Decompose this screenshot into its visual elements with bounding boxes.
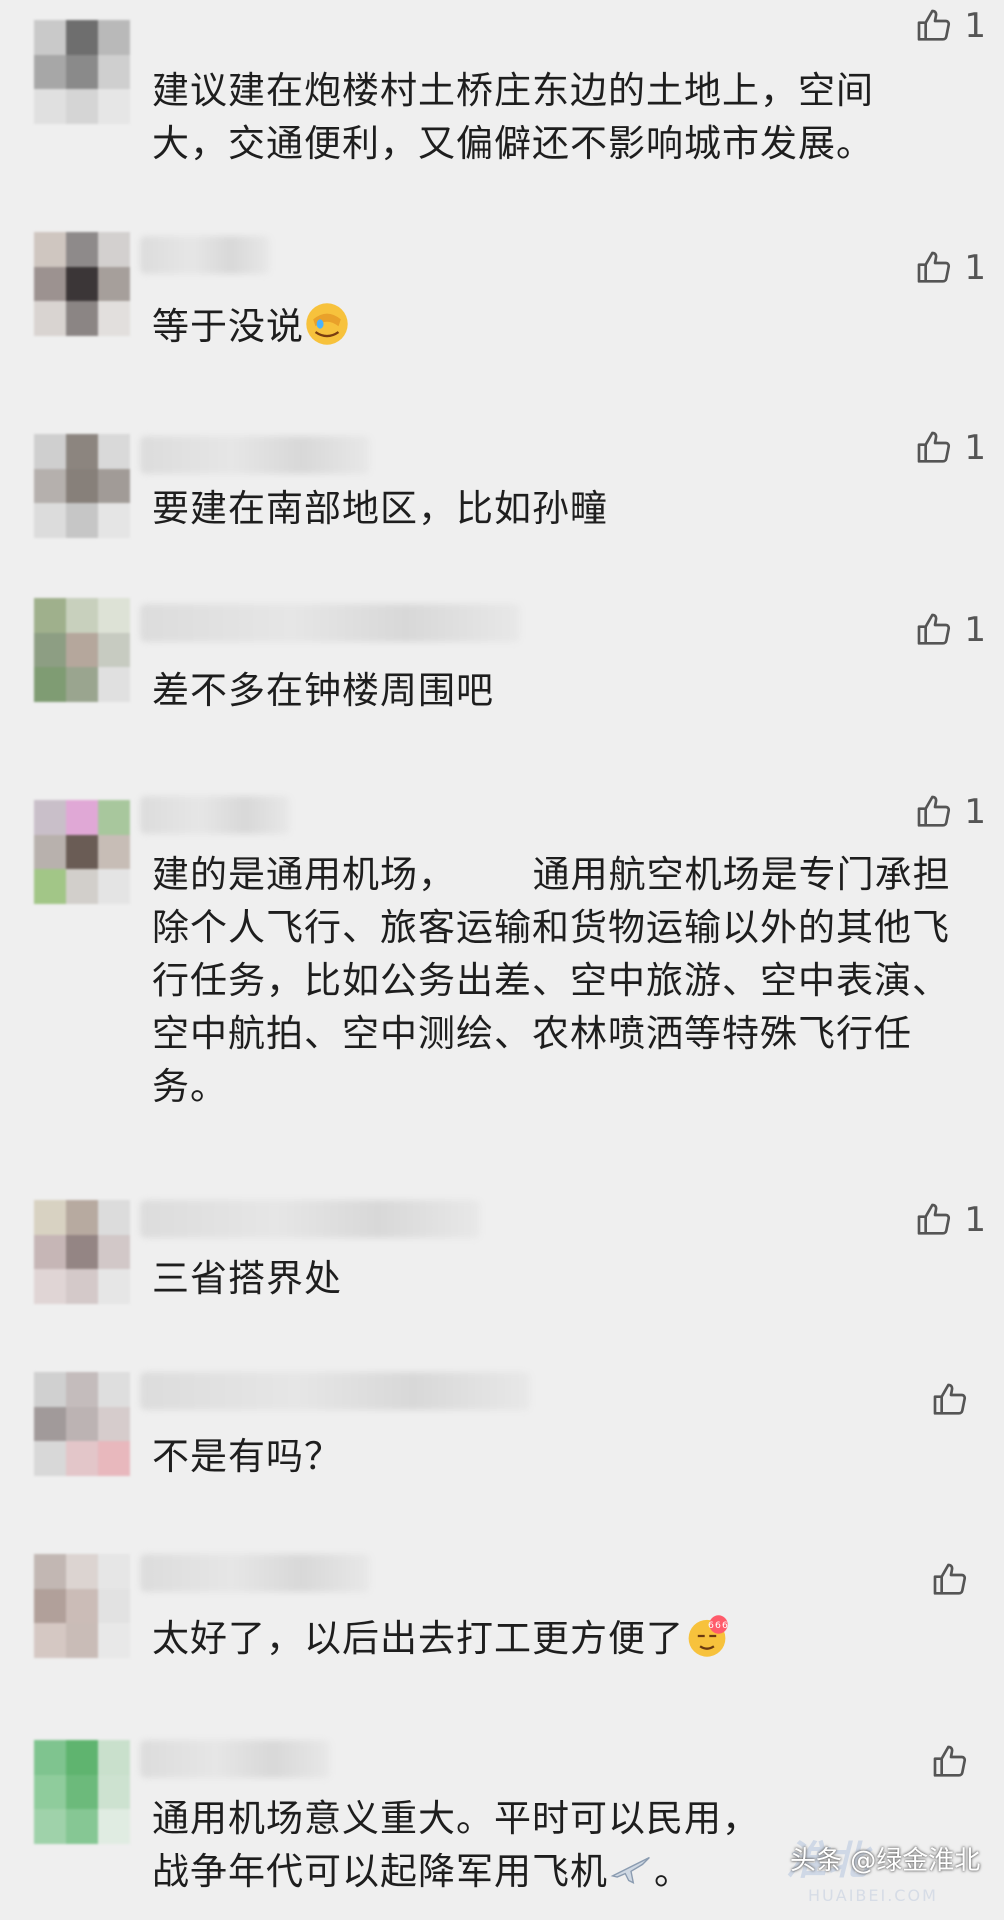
avatar[interactable] [34, 1200, 130, 1304]
like-button[interactable]: 1 [914, 6, 986, 46]
like-count: 1 [964, 428, 986, 468]
thumbs-up-icon [918, 9, 951, 41]
like-button[interactable]: 1 [914, 428, 986, 468]
like-button[interactable] [930, 1380, 980, 1420]
facepalm-emoji [306, 303, 348, 345]
thumbs-up-icon [918, 613, 951, 645]
avatar[interactable] [34, 1372, 130, 1476]
thumbs-up-icon [933, 1563, 967, 1595]
comment-text: 不是有吗？ [152, 1435, 342, 1478]
thumbs-up-icon [918, 251, 951, 283]
comment-text: 通用机场意义重大。平时可以民用，战争年代可以起降军用飞机。 [152, 1797, 760, 1893]
avatar[interactable] [34, 598, 130, 702]
like-count: 1 [964, 1200, 986, 1240]
like-button[interactable] [930, 1560, 980, 1600]
avatar[interactable] [34, 1554, 130, 1658]
thumbs-up-icon [918, 431, 951, 463]
thumbs-up-icon [933, 1745, 967, 1777]
thumbs-up-icon [918, 1203, 951, 1235]
thumbs-up-icon [933, 1383, 967, 1415]
comment-text: 三省搭界处 [152, 1257, 342, 1300]
666-emoji: 666 [688, 1615, 729, 1657]
avatar[interactable] [34, 434, 130, 538]
comment-text: 等于没说 [152, 300, 952, 353]
comment-text: 差不多在钟楼周围吧 [152, 669, 494, 712]
comment-text: 太好了，以后出去打工更方便了 666 [152, 1612, 952, 1665]
comment-text: 建的是通用机场， 通用航空机场是专门承担除个人飞行、旅客运输和货物运输以外的其他… [152, 853, 951, 1108]
like-button[interactable]: 1 [914, 1200, 986, 1240]
thumbs-up-icon [918, 795, 951, 827]
like-button[interactable]: 1 [914, 610, 986, 650]
like-button[interactable]: 1 [914, 248, 986, 288]
like-count: 1 [964, 248, 986, 288]
like-button[interactable] [930, 1742, 980, 1782]
airplane-emoji [610, 1856, 650, 1885]
like-count: 1 [964, 6, 986, 46]
svg-text:666: 666 [708, 1620, 729, 1631]
comment-text: 建议建在炮楼村土桥庄东边的土地上，空间大，交通便利，又偏僻还不影响城市发展。 [152, 69, 874, 165]
watermark-url: HUAIBEI.COM [808, 1886, 938, 1905]
avatar[interactable] [34, 800, 130, 904]
like-button[interactable]: 1 [914, 792, 986, 832]
like-count: 1 [964, 610, 986, 650]
like-count: 1 [964, 792, 986, 832]
avatar[interactable] [34, 232, 130, 336]
footer-source-tag: 头条 @绿金淮北 [790, 1846, 981, 1876]
avatar[interactable] [34, 20, 130, 124]
avatar[interactable] [34, 1740, 130, 1844]
comment-text: 要建在南部地区，比如孙疃 [152, 487, 608, 530]
